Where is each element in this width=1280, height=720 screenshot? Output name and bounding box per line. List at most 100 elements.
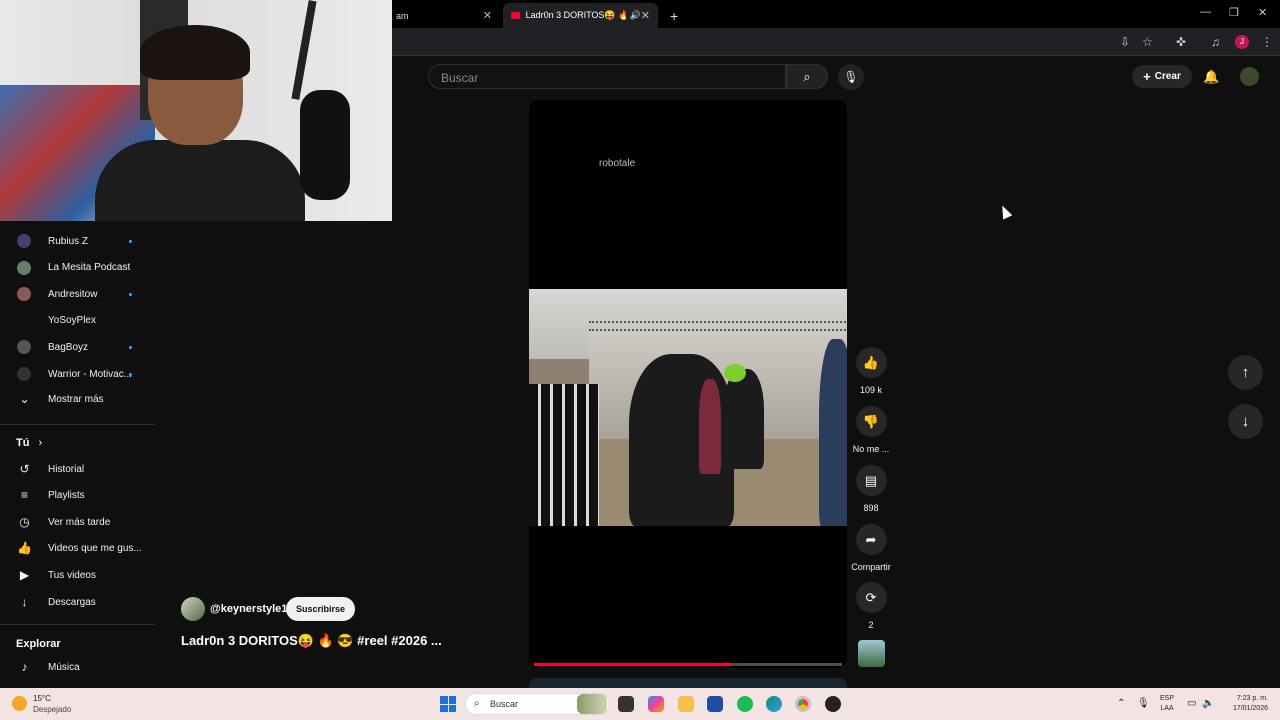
subscription-label: BagBoyz bbox=[48, 341, 89, 353]
like-button[interactable]: 👍 109 k bbox=[841, 347, 901, 395]
search-button[interactable]: ⌕ bbox=[786, 64, 828, 89]
thumbs-up-icon: 👍 bbox=[855, 347, 887, 378]
install-app-icon[interactable]: ⇩ bbox=[1120, 35, 1130, 49]
extensions-icon[interactable]: ✜ bbox=[1176, 35, 1186, 49]
weather-condition[interactable]: Despejado bbox=[33, 705, 71, 714]
sidebar-item[interactable]: ↓ Descargas bbox=[0, 589, 155, 615]
sidebar-subscription[interactable]: Rubius Z bbox=[0, 228, 155, 254]
sidebar-subscription[interactable]: La Mesita Podcast bbox=[0, 255, 155, 281]
create-button[interactable]: + Crear bbox=[1132, 65, 1192, 88]
you-section-label: Tú bbox=[16, 437, 30, 449]
sidebar-item-label: Descargas bbox=[48, 596, 96, 608]
volume-icon[interactable]: 🔈 bbox=[1202, 698, 1214, 709]
share-icon: ➦ bbox=[855, 524, 887, 555]
youtube-favicon-icon bbox=[511, 12, 520, 19]
file-explorer-icon[interactable] bbox=[678, 696, 694, 712]
close-tab-icon[interactable]: ✕ bbox=[641, 9, 650, 22]
video-title[interactable]: Ladr0n 3 DORITOS😝 🔥 😎 #reel #2026 ... bbox=[181, 633, 451, 649]
chrome-icon[interactable] bbox=[795, 696, 811, 712]
clock-date: 17/01/2026 bbox=[1232, 705, 1268, 712]
media-control-icon[interactable]: ♫ bbox=[1211, 35, 1220, 49]
next-short-button[interactable]: ↓ bbox=[1228, 404, 1263, 439]
voice-search-button[interactable]: 🎙 bbox=[838, 64, 864, 90]
share-label: Compartir bbox=[851, 562, 891, 572]
sidebar-item[interactable]: ▶ Tus videos bbox=[0, 562, 155, 588]
plus-icon: + bbox=[1143, 69, 1151, 84]
sidebar-subscription[interactable]: BagBoyz bbox=[0, 334, 155, 360]
tab-previous[interactable]: am ✕ bbox=[388, 3, 500, 28]
next-short-preview[interactable] bbox=[529, 678, 847, 688]
copilot-icon[interactable] bbox=[648, 696, 664, 712]
video-police-officer bbox=[724, 369, 764, 469]
sidebar-subscription[interactable]: YoSoyPlex bbox=[0, 308, 155, 334]
search-highlight-icon[interactable] bbox=[577, 694, 607, 714]
music-icon: ♪ bbox=[21, 659, 28, 674]
arrow-up-icon: ↑ bbox=[1241, 364, 1250, 381]
bookmark-star-icon[interactable]: ☆ bbox=[1142, 35, 1153, 49]
account-avatar[interactable] bbox=[1240, 67, 1259, 86]
sound-thumbnail[interactable] bbox=[858, 640, 885, 667]
sidebar-subscription[interactable]: Warrior - Motivac... bbox=[0, 361, 155, 387]
dislike-label: No me ... bbox=[852, 444, 890, 454]
tab-active[interactable]: Ladr0n 3 DORITOS😝 🔥 😎 🔊 ✕ bbox=[503, 3, 658, 28]
channel-avatar bbox=[17, 313, 31, 328]
task-view-icon[interactable] bbox=[618, 696, 634, 712]
sidebar-divider bbox=[0, 424, 155, 425]
weather-temperature[interactable]: 15°C bbox=[33, 694, 51, 703]
share-button[interactable]: ➦ Compartir bbox=[841, 524, 901, 572]
sidebar-item-label: Tus videos bbox=[48, 569, 96, 581]
language-code: ESP bbox=[1160, 695, 1175, 702]
channel-avatar[interactable] bbox=[181, 597, 205, 621]
video-frame[interactable] bbox=[529, 289, 847, 526]
video-green-helmet bbox=[724, 364, 746, 382]
restore-icon[interactable]: ❐ bbox=[1229, 6, 1239, 19]
previous-short-button[interactable]: ↑ bbox=[1228, 355, 1263, 390]
new-tab-button[interactable]: + bbox=[662, 3, 682, 28]
browser-menu-icon[interactable]: ⋮ bbox=[1261, 35, 1273, 49]
audio-playing-icon[interactable]: 🔊 bbox=[630, 10, 641, 21]
windows-start-icon[interactable] bbox=[440, 696, 456, 712]
subscribe-button[interactable]: Suscribirse bbox=[286, 597, 355, 621]
profile-avatar[interactable]: J bbox=[1235, 35, 1249, 49]
subscription-label: Warrior - Motivac... bbox=[48, 368, 133, 380]
channel-handle[interactable]: @keynerstyle1 bbox=[210, 603, 287, 615]
store-icon[interactable] bbox=[707, 696, 723, 712]
remix-count: 2 bbox=[868, 620, 874, 630]
sidebar-item[interactable]: ◷ Ver más tarde bbox=[0, 509, 155, 535]
microphone-tray-icon[interactable]: 🎙 bbox=[1137, 698, 1150, 709]
clock[interactable]: 7:23 p. m. 17/01/2026 bbox=[1226, 694, 1268, 714]
arrow-down-icon: ↓ bbox=[1241, 413, 1250, 430]
notifications-bell-icon[interactable]: 🔔 bbox=[1203, 69, 1219, 85]
webcam-person-hair bbox=[140, 25, 250, 80]
microphone-icon: 🎙 bbox=[843, 70, 859, 84]
app-icon[interactable] bbox=[825, 696, 841, 712]
video-progress-bar[interactable] bbox=[534, 663, 842, 666]
sidebar-item[interactable]: ♪ Música bbox=[0, 654, 155, 680]
show-more-button[interactable]: ⌄ Mostrar más bbox=[0, 386, 155, 412]
search-input[interactable]: Buscar bbox=[428, 64, 786, 89]
sidebar-subscription[interactable]: Andresitow bbox=[0, 281, 155, 307]
playlists-icon: ≡ bbox=[20, 488, 28, 503]
downloads-icon: ↓ bbox=[21, 594, 28, 609]
you-section-header[interactable]: Tú › bbox=[16, 437, 42, 449]
spotify-icon[interactable] bbox=[737, 696, 753, 712]
video-person-left bbox=[529, 384, 599, 526]
display-icon[interactable]: ▭ bbox=[1187, 698, 1196, 709]
sidebar-item[interactable]: 👍 Videos que me gus... bbox=[0, 536, 155, 562]
history-icon: ↺ bbox=[19, 461, 30, 476]
sidebar-item[interactable]: ≡ Playlists bbox=[0, 483, 155, 509]
remix-button[interactable]: ⟳ 2 bbox=[841, 582, 901, 630]
weather-moon-icon[interactable] bbox=[12, 696, 27, 711]
shorts-player[interactable]: robotale bbox=[529, 100, 847, 668]
show-hidden-icons-icon[interactable]: ⌃ bbox=[1117, 698, 1125, 709]
dislike-button[interactable]: 👎 No me ... bbox=[841, 406, 901, 454]
webcam-overlay bbox=[0, 0, 392, 221]
language-indicator[interactable]: ESP LAA bbox=[1160, 694, 1174, 714]
tab-label: Ladr0n 3 DORITOS😝 🔥 😎 bbox=[525, 10, 626, 20]
comments-button[interactable]: ▤ 898 bbox=[841, 465, 901, 513]
close-window-icon[interactable]: ✕ bbox=[1258, 6, 1267, 19]
close-tab-icon[interactable]: ✕ bbox=[483, 9, 492, 22]
minimize-icon[interactable]: — bbox=[1200, 6, 1211, 18]
sidebar-item[interactable]: ↺ Historial bbox=[0, 456, 155, 482]
edge-icon[interactable] bbox=[766, 696, 782, 712]
